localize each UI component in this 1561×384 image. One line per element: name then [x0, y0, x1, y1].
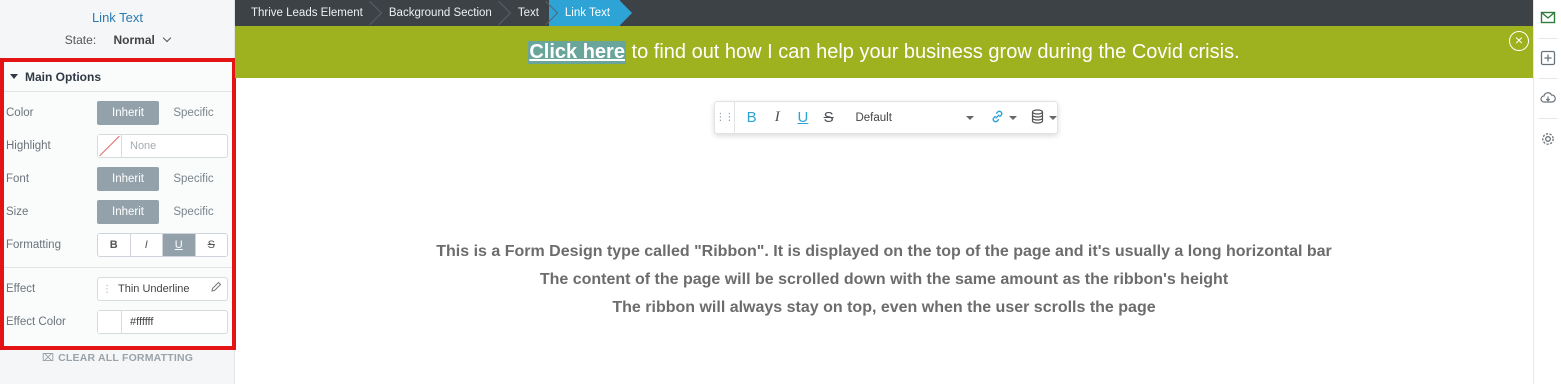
caret-down-icon: [965, 115, 974, 120]
close-icon[interactable]: ×: [1509, 31, 1529, 51]
no-color-swatch[interactable]: [98, 135, 122, 157]
highlight-label: Highlight: [6, 140, 51, 152]
size-inherit-button[interactable]: Inherit: [97, 200, 159, 224]
white-color-swatch[interactable]: [98, 311, 122, 333]
state-value[interactable]: Normal: [114, 33, 155, 47]
breadcrumb-item[interactable]: Thrive Leads Element: [235, 0, 373, 26]
main-options-title: Main Options: [25, 69, 101, 84]
bold-tool[interactable]: B: [739, 109, 765, 126]
underline-button[interactable]: U: [163, 234, 196, 256]
font-dropdown[interactable]: Default: [855, 112, 974, 124]
ribbon-link[interactable]: Click here: [528, 40, 626, 64]
breadcrumb-item[interactable]: Background Section: [373, 0, 502, 26]
size-specific-button[interactable]: Specific: [159, 200, 228, 224]
rail-divider: [1538, 38, 1558, 39]
color-label: Color: [6, 107, 34, 119]
effect-row: Effect ⋮ Thin Underline: [4, 276, 232, 302]
clear-all-formatting-button[interactable]: ⌧ CLEAR ALL FORMATTING: [0, 352, 235, 364]
effect-color-picker[interactable]: #ffffff: [97, 310, 228, 334]
size-row: Size Inherit Specific: [4, 199, 232, 225]
database-icon: [1031, 108, 1044, 127]
formatting-label: Formatting: [6, 239, 61, 251]
effect-color-value[interactable]: #ffffff: [130, 316, 153, 328]
strikethrough-button[interactable]: S: [195, 234, 227, 256]
highlight-value: None: [130, 140, 157, 152]
bold-button[interactable]: B: [98, 234, 131, 256]
effect-label: Effect: [6, 283, 36, 295]
cloud-download-icon[interactable]: [1540, 90, 1556, 106]
color-inherit-button[interactable]: Inherit: [97, 101, 159, 125]
effect-select[interactable]: ⋮ Thin Underline: [97, 277, 228, 301]
description-line: The content of the page will be scrolled…: [539, 271, 1229, 288]
color-specific-button[interactable]: Specific: [159, 101, 228, 125]
breadcrumb: Thrive Leads Element Background Section …: [235, 0, 1533, 26]
font-specific-button[interactable]: Specific: [159, 167, 228, 191]
description-line: This is a Form Design type called "Ribbo…: [436, 243, 1332, 260]
drag-handle-icon[interactable]: ⋮⋮: [715, 101, 735, 134]
color-toggle: Inherit Specific: [97, 101, 228, 125]
font-toggle: Inherit Specific: [97, 167, 228, 191]
description-line: The ribbon will always stay on top, even…: [612, 299, 1156, 316]
pencil-icon[interactable]: [210, 281, 222, 296]
font-row: Font Inherit Specific: [4, 166, 232, 192]
main-options-header[interactable]: Main Options: [4, 62, 232, 92]
size-toggle: Inherit Specific: [97, 200, 228, 224]
link-icon: [990, 109, 1005, 127]
chevron-down-icon[interactable]: [162, 33, 172, 43]
rail-divider: [1538, 118, 1558, 119]
effect-color-label: Effect Color: [6, 316, 66, 328]
strikethrough-tool[interactable]: S: [816, 109, 842, 126]
state-selector[interactable]: State: Normal: [0, 33, 235, 47]
main-options-section: Main Options Color Inherit Specific High…: [0, 58, 236, 350]
font-dropdown-value: Default: [855, 111, 892, 124]
dynamic-data-tool[interactable]: [1031, 108, 1057, 127]
right-icon-rail: [1533, 0, 1561, 384]
underline-tool[interactable]: U: [790, 109, 816, 126]
breadcrumb-item-active[interactable]: Link Text: [548, 0, 621, 26]
size-label: Size: [6, 206, 29, 218]
text-format-toolbar: ⋮⋮ B I U S Default: [714, 101, 1058, 134]
collapse-triangle-icon[interactable]: [10, 74, 18, 79]
caret-down-icon: [1008, 115, 1017, 120]
formatting-row: Formatting B I U S: [4, 232, 232, 258]
font-inherit-button[interactable]: Inherit: [97, 167, 159, 191]
italic-tool[interactable]: I: [764, 109, 790, 126]
caret-down-icon: [1048, 115, 1057, 120]
add-icon[interactable]: [1540, 50, 1556, 66]
clear-format-icon: ⌧: [41, 352, 55, 364]
ribbon-text: to find out how I can help your business…: [625, 40, 1240, 63]
drag-dots-icon: ⋮: [102, 283, 112, 295]
italic-button[interactable]: I: [130, 234, 163, 256]
description-text: This is a Form Design type called "Ribbo…: [235, 238, 1533, 322]
gear-icon[interactable]: [1540, 131, 1556, 147]
link-tool[interactable]: [990, 109, 1017, 127]
divider: [4, 267, 232, 268]
state-label: State:: [64, 33, 97, 47]
rail-divider: [1538, 78, 1558, 79]
effect-color-row: Effect Color #ffffff: [4, 309, 232, 335]
envelope-icon[interactable]: [1540, 9, 1556, 25]
color-row: Color Inherit Specific: [4, 100, 232, 126]
ribbon-bar: Click here to find out how I can help yo…: [235, 26, 1533, 78]
formatting-buttons: B I U S: [97, 233, 228, 257]
highlight-row: Highlight None: [4, 133, 232, 159]
panel-title: Link Text: [91, 10, 144, 25]
font-label: Font: [6, 173, 30, 185]
left-sidebar: Link Text State: Normal Main Options Col…: [0, 0, 236, 384]
clear-all-label: CLEAR ALL FORMATTING: [58, 352, 194, 364]
highlight-color-picker[interactable]: None: [97, 134, 228, 158]
effect-value: Thin Underline: [118, 283, 190, 295]
